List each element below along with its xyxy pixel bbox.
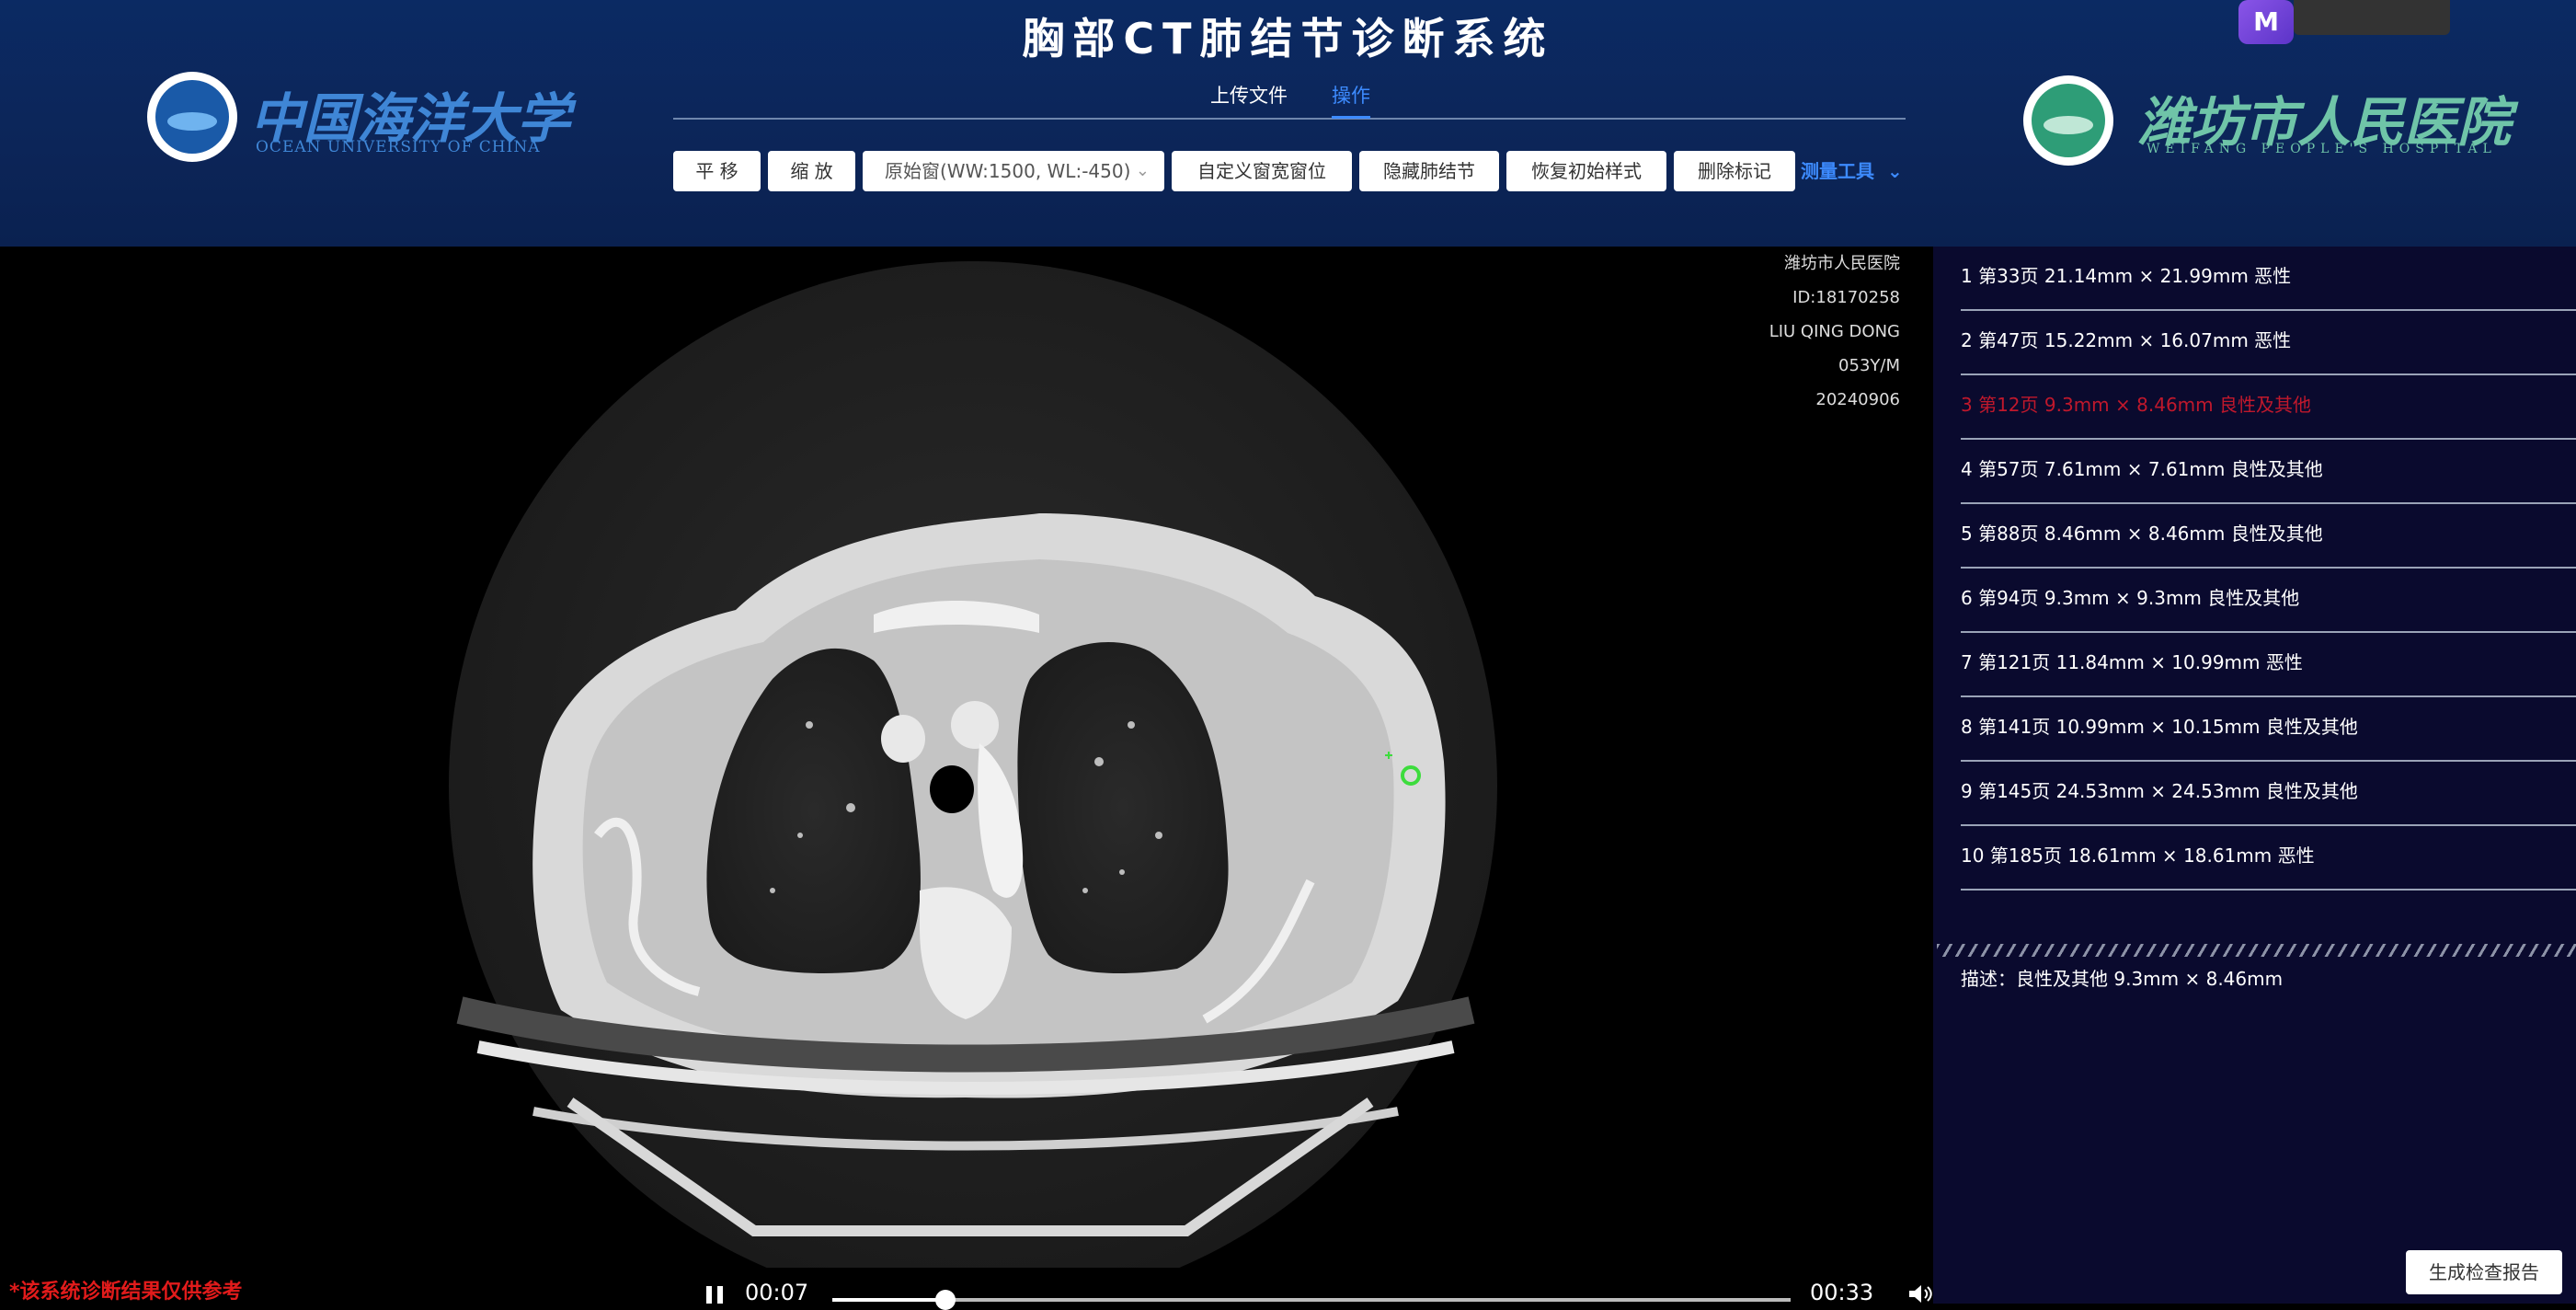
nodule-item-1[interactable]: 1 第33页 21.14mm × 21.99mm 恶性 [1961,247,2576,311]
study-date: 20240906 [1815,390,1900,409]
hospital-name: 潍坊市人民医院 [1784,254,1900,273]
patient-age-sex: 053Y/M [1838,356,1900,375]
progress-fill [832,1298,945,1302]
nodule-description: 描述：良性及其他 9.3mm × 8.46mm [1961,968,2284,990]
video-player-bar: 00:07 00:33 [681,1268,1977,1310]
patient-name: LIU QING DONG [1769,322,1900,341]
university-logo: 中国海洋大学 OCEAN UNIVERSITY OF CHINA [147,68,570,169]
progress-handle[interactable] [934,1290,956,1310]
patient-id: ID:18170258 [1792,288,1900,307]
nodule-item-10[interactable]: 10 第185页 18.61mm × 18.61mm 恶性 [1961,826,2576,891]
floating-toolbar[interactable] [2294,0,2450,35]
app-header: 胸部CT肺结节诊断系统 中国海洋大学 OCEAN UNIVERSITY OF C… [0,0,2576,247]
hide-nodules-button[interactable]: 隐藏肺结节 [1359,151,1499,191]
university-seal-icon [147,72,237,162]
page-title: 胸部CT肺结节诊断系统 [1022,14,1554,63]
duration-time: 00:33 [1810,1280,1874,1305]
measure-tools-label: 测量工具 [1801,160,1874,182]
chevron-down-icon: ⌄ [1887,160,1903,182]
ct-viewer[interactable]: 潍坊市人民医院 ID:18170258 LIU QING DONG 053Y/M… [0,247,1933,1268]
hospital-logo: 潍坊市人民医院 WEIFANG PEOPLE'S HOSPITAL [2023,72,2511,169]
tab-bar: 上传文件 操作 [673,81,1906,120]
progress-track[interactable] [832,1290,1791,1310]
patient-info-overlay: 潍坊市人民医院 ID:18170258 LIU QING DONG 053Y/M… [1769,247,1900,417]
nodule-item-2[interactable]: 2 第47页 15.22mm × 16.07mm 恶性 [1961,311,2576,375]
current-time: 00:07 [745,1280,809,1305]
nodule-item-8[interactable]: 8 第141页 10.99mm × 10.15mm 良性及其他 [1961,697,2576,762]
nodule-item-5[interactable]: 5 第88页 8.46mm × 8.46mm 良性及其他 [1961,504,2576,569]
hospital-seal-icon [2023,75,2113,166]
nodule-item-7[interactable]: 7 第121页 11.84mm × 10.99mm 恶性 [1961,633,2576,697]
window-preset-value: 原始窗(WW:1500, WL:-450) [885,160,1131,182]
pan-button[interactable]: 平 移 [673,151,761,191]
section-divider [1937,944,2576,957]
tab-upload[interactable]: 上传文件 [1210,81,1288,116]
nodule-item-9[interactable]: 9 第145页 24.53mm × 24.53mm 良性及其他 [1961,762,2576,826]
volume-icon[interactable] [1907,1284,1935,1304]
hospital-name-en: WEIFANG PEOPLE'S HOSPITAL [2147,142,2497,156]
university-name-en: OCEAN UNIVERSITY OF CHINA [256,138,541,156]
generate-report-button[interactable]: 生成检查报告 [2406,1250,2562,1294]
chevron-down-icon: ⌄ [1135,161,1150,180]
app-launcher-icon[interactable]: M [2238,0,2294,44]
trachea [930,765,974,813]
pause-icon[interactable] [704,1286,725,1304]
nodule-item-6[interactable]: 6 第94页 9.3mm × 9.3mm 良性及其他 [1961,569,2576,633]
measure-tools-dropdown[interactable]: 测量工具 ⌄ [1801,151,1903,191]
custom-window-button[interactable]: 自定义窗宽窗位 [1172,151,1352,191]
delete-marks-button[interactable]: 删除标记 [1674,151,1795,191]
zoom-button[interactable]: 缩 放 [768,151,855,191]
ct-scan-image[interactable] [0,247,1933,1268]
tab-operate[interactable]: 操作 [1332,81,1370,119]
nodule-item-3[interactable]: 3 第12页 9.3mm × 8.46mm 良性及其他 [1961,375,2576,440]
disclaimer-text: *该系统诊断结果仅供参考 [9,1281,243,1304]
nodule-list-panel: 1 第33页 21.14mm × 21.99mm 恶性 2 第47页 15.22… [1933,247,2576,1304]
nodule-item-4[interactable]: 4 第57页 7.61mm × 7.61mm 良性及其他 [1961,440,2576,504]
restore-style-button[interactable]: 恢复初始样式 [1506,151,1666,191]
window-preset-select[interactable]: 原始窗(WW:1500, WL:-450) ⌄ [863,151,1164,191]
